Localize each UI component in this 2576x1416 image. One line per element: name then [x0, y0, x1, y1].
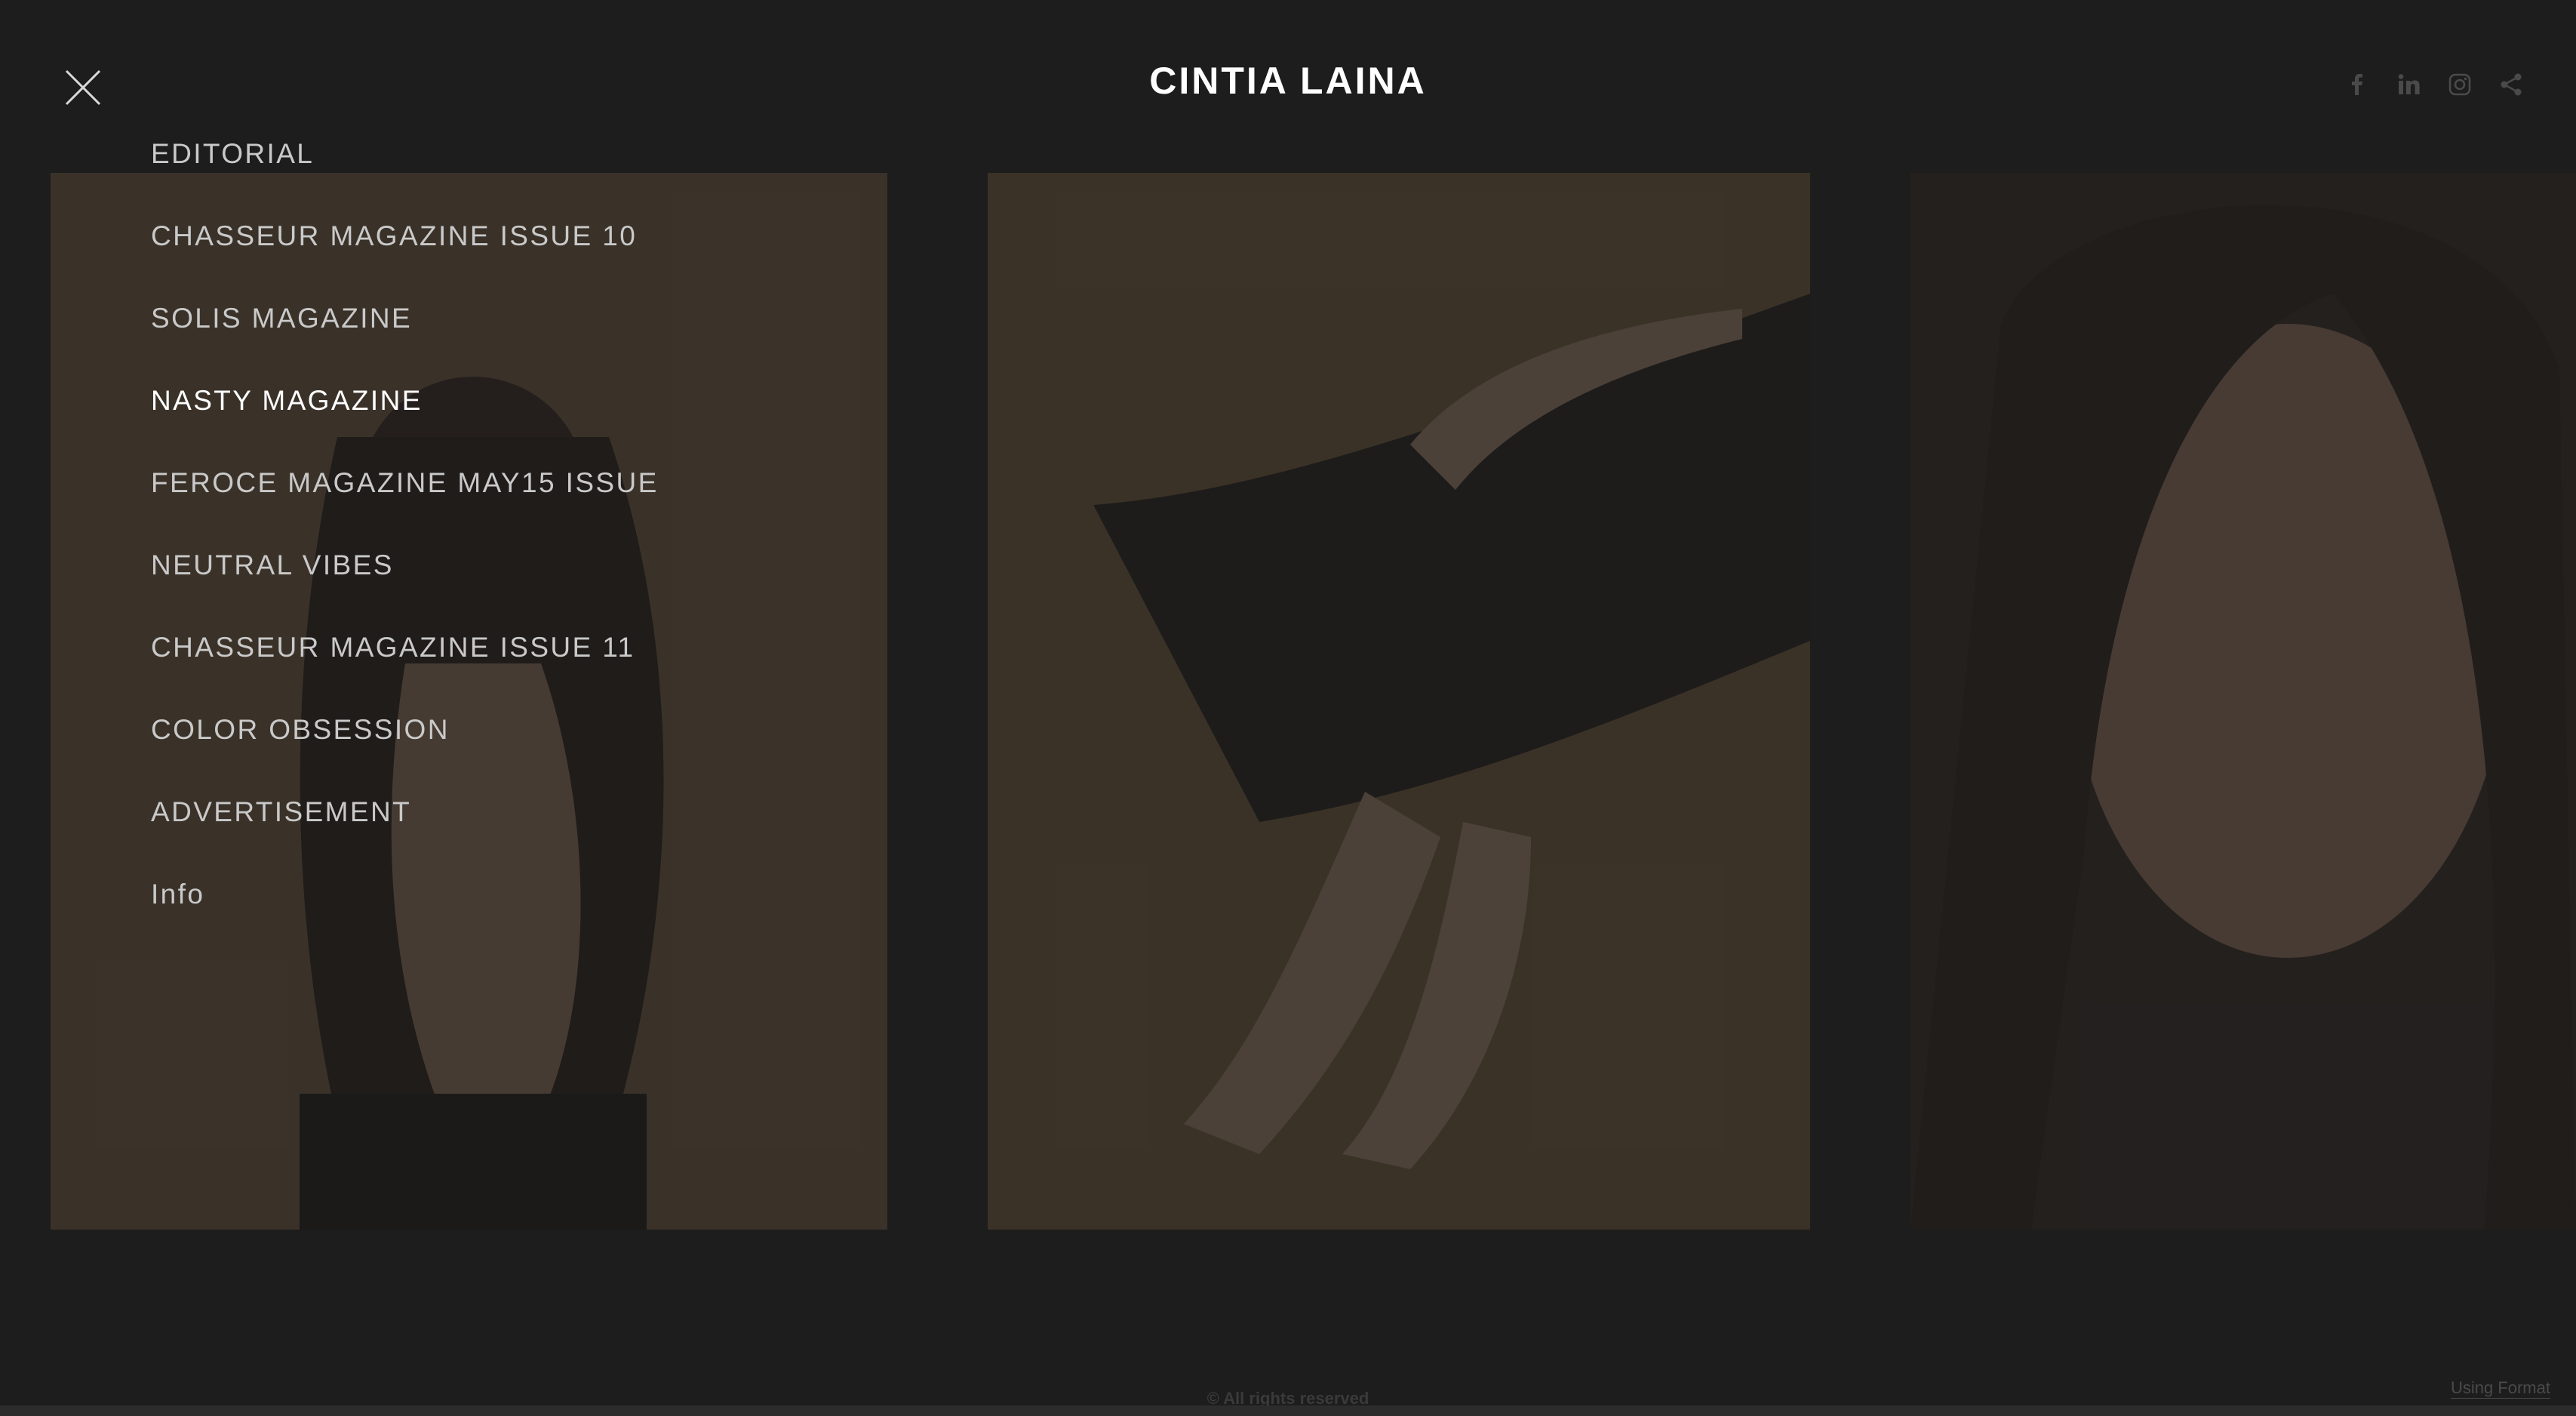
page: CINTIA LAINA EDITORIAL CHASSEUR MAGAZINE… [0, 0, 2576, 1416]
share-icon[interactable] [2499, 72, 2523, 97]
nav-item-editorial[interactable]: EDITORIAL [151, 134, 659, 217]
main-nav-menu: EDITORIAL CHASSEUR MAGAZINE ISSUE 10 SOL… [151, 134, 659, 957]
using-format-link[interactable]: Using Format [2450, 1378, 2550, 1399]
nav-item-color-obsession[interactable]: COLOR OBSESSION [151, 710, 659, 793]
nav-item-info[interactable]: Info [151, 875, 659, 957]
nav-item-nasty-magazine[interactable]: NASTY MAGAZINE [151, 381, 659, 463]
social-links [2345, 69, 2523, 100]
nav-item-chasseur-issue-11[interactable]: CHASSEUR MAGAZINE ISSUE 11 [151, 628, 659, 710]
site-title[interactable]: CINTIA LAINA [0, 59, 2576, 103]
linkedin-icon[interactable] [2396, 72, 2421, 97]
nav-item-chasseur-issue-10[interactable]: CHASSEUR MAGAZINE ISSUE 10 [151, 217, 659, 299]
nav-item-solis-magazine[interactable]: SOLIS MAGAZINE [151, 299, 659, 381]
nav-item-neutral-vibes[interactable]: NEUTRAL VIBES [151, 546, 659, 628]
nav-item-feroce-magazine[interactable]: FEROCE MAGAZINE MAY15 ISSUE [151, 463, 659, 546]
bottom-bar [0, 1405, 2576, 1416]
facebook-icon[interactable] [2345, 72, 2369, 97]
instagram-icon[interactable] [2448, 72, 2472, 97]
nav-item-advertisement[interactable]: ADVERTISEMENT [151, 793, 659, 875]
